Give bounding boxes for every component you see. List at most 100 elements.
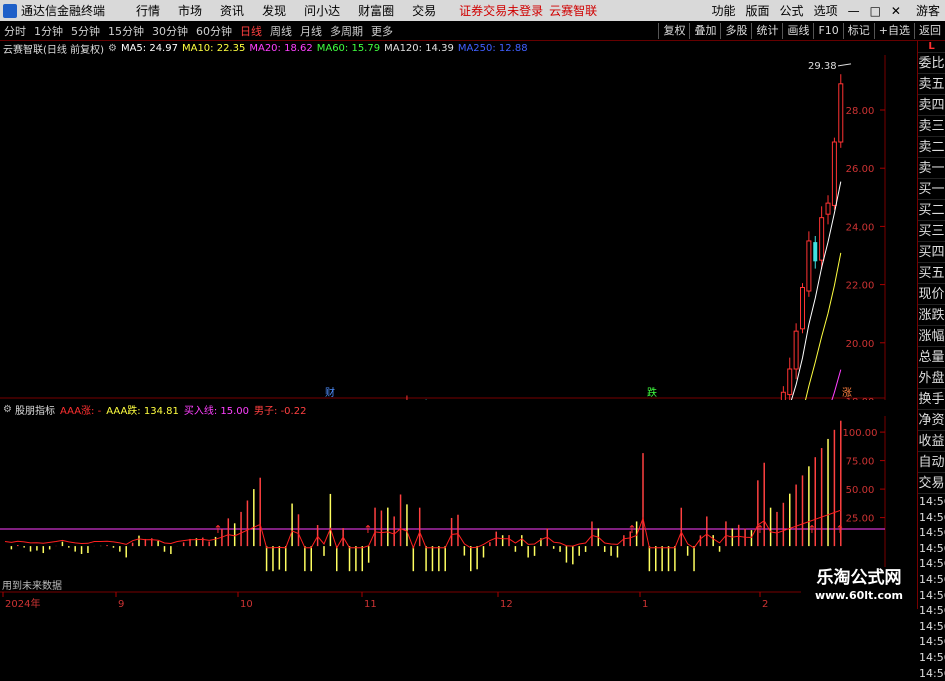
menu-news[interactable]: 资讯	[220, 2, 244, 19]
quote-field-label: 涨跌	[918, 305, 945, 326]
security-name: 云赛智联	[3, 41, 43, 56]
period-intraday[interactable]: 分时	[4, 23, 26, 39]
watermark-url: www.60lt.com	[801, 589, 917, 602]
candle	[826, 195, 830, 224]
quote-field-label: 买五	[918, 263, 945, 284]
candle	[801, 283, 805, 333]
multi-stock-button[interactable]: 多股	[720, 23, 751, 39]
adjust-button[interactable]: 复权	[658, 23, 689, 39]
ma20-line	[5, 370, 841, 400]
quote-field-label: 买二	[918, 200, 945, 221]
event-marker: 跌	[647, 386, 657, 399]
overlay-button[interactable]: 叠加	[689, 23, 720, 39]
buy-arrow-icon: ↑	[755, 523, 764, 536]
quote-field-label: 卖三	[918, 116, 945, 137]
menu-trade[interactable]: 交易	[412, 2, 436, 19]
quote-field-label[interactable]: 交易	[918, 473, 945, 494]
quote-field-label: 委比	[918, 53, 945, 74]
tick-time: 14:56	[918, 525, 945, 541]
period-60min[interactable]: 60分钟	[196, 23, 232, 39]
indicator-chart[interactable]: 100.0075.0050.0025.00↑↑↑↑↑↑用到未来数据2024年91…	[0, 416, 917, 609]
tick-time: 14:56	[918, 603, 945, 619]
title-bar: 通达信金融终端 行情 市场 资讯 发现 问小达 财富圈 交易 证券交易未登录 云…	[0, 0, 945, 21]
tick-time: 14:56	[918, 494, 945, 510]
x-tick-label: 10	[240, 599, 253, 609]
period-multi[interactable]: 多周期	[330, 23, 363, 39]
ma5-line	[5, 182, 841, 400]
quote-field-label: 收益	[918, 431, 945, 452]
minimize-icon[interactable]: —	[848, 4, 860, 18]
menu-discover[interactable]: 发现	[262, 2, 286, 19]
tick-time: 14:56	[918, 541, 945, 557]
settings-gear-icon[interactable]: ⚙	[108, 43, 117, 54]
period-more[interactable]: 更多	[371, 23, 393, 39]
menu-layout[interactable]: 版面	[746, 2, 770, 19]
indicator-value: 买入线: 15.00	[184, 406, 249, 417]
indicator-value: AAA涨: -	[60, 406, 101, 417]
menu-function[interactable]: 功能	[712, 2, 736, 19]
guest-label[interactable]: 游客	[916, 2, 940, 19]
quote-field-label: 现价	[918, 284, 945, 305]
period-label: (日线 前复权)	[43, 41, 104, 56]
menu-market[interactable]: 市场	[178, 2, 202, 19]
quote-field-label: 换手	[918, 389, 945, 410]
add-watchlist-button[interactable]: +自选	[874, 23, 914, 39]
event-marker: 财	[325, 386, 335, 399]
menu-formula[interactable]: 公式	[780, 2, 804, 19]
quote-field-label: 卖五	[918, 74, 945, 95]
period-30min[interactable]: 30分钟	[152, 23, 188, 39]
period-monthly[interactable]: 月线	[300, 23, 322, 39]
login-warning[interactable]: 证券交易未登录	[459, 2, 543, 19]
candle	[813, 236, 817, 269]
menu-quotes[interactable]: 行情	[136, 2, 160, 19]
mark-button[interactable]: 标记	[843, 23, 874, 39]
quote-field-label: 卖四	[918, 95, 945, 116]
f10-button[interactable]: F10	[813, 23, 842, 39]
level-indicator: L	[918, 41, 945, 53]
tick-time: 14:56	[918, 556, 945, 572]
period-weekly[interactable]: 周线	[270, 23, 292, 39]
indicator-value: 男子: -0.22	[254, 406, 306, 417]
candle	[839, 74, 843, 148]
kline-chart[interactable]: 28.0026.0024.0022.0020.0018.0016.0014.00…	[0, 55, 917, 400]
candle	[794, 323, 798, 379]
menu-wealth[interactable]: 财富圈	[358, 2, 394, 19]
buy-arrow-icon: ↑	[213, 523, 222, 536]
y-tick-label: 26.00	[846, 164, 875, 175]
indicator-settings-icon[interactable]: ⚙	[3, 404, 12, 415]
quote-field-label: 外盘	[918, 368, 945, 389]
ma-label: MA10: 22.35	[182, 43, 245, 54]
quote-field-label: 涨幅	[918, 326, 945, 347]
buy-arrow-icon: ↑	[835, 523, 844, 536]
indicator-y-tick: 25.00	[846, 514, 875, 525]
period-daily[interactable]: 日线	[240, 23, 262, 39]
high-price-label: 29.38	[808, 61, 837, 72]
period-15min[interactable]: 15分钟	[108, 23, 144, 39]
quote-field-label: 净资	[918, 410, 945, 431]
ma-label: MA20: 18.62	[249, 43, 312, 54]
x-tick-label: 9	[118, 599, 124, 609]
quote-field-label[interactable]: 自动	[918, 452, 945, 473]
quote-side-panel: L 委比卖五卖四卖三卖二卖一买一买二买三买四买五现价涨跌涨幅总量外盘换手净资收益…	[917, 41, 945, 609]
menu-ask[interactable]: 问小达	[304, 2, 340, 19]
maximize-icon[interactable]: □	[870, 4, 881, 18]
menu-options[interactable]: 选项	[814, 2, 838, 19]
candle	[781, 386, 785, 400]
tick-time: 14:56	[918, 572, 945, 588]
indicator-name[interactable]: 股朋指标	[15, 402, 55, 417]
indicator-header: ⚙ 股朋指标 AAA涨: -AAA跌: 134.81买入线: 15.00男子: …	[0, 402, 306, 416]
close-icon[interactable]: ✕	[891, 4, 901, 18]
tick-time: 14:56	[918, 588, 945, 604]
candle	[788, 358, 792, 400]
y-tick-label: 22.00	[846, 281, 875, 292]
chart-toolbar: 分时 1分钟 5分钟 15分钟 30分钟 60分钟 日线 周线 月线 多周期 更…	[0, 21, 945, 41]
draw-line-button[interactable]: 画线	[782, 23, 813, 39]
stats-button[interactable]: 统计	[751, 23, 782, 39]
y-tick-label: 24.00	[846, 222, 875, 233]
quote-field-label: 买一	[918, 179, 945, 200]
x-tick-label: 2024年	[5, 597, 40, 609]
period-5min[interactable]: 5分钟	[71, 23, 100, 39]
period-1min[interactable]: 1分钟	[34, 23, 63, 39]
back-button[interactable]: 返回	[914, 23, 945, 39]
tick-time: 14:56	[918, 619, 945, 635]
